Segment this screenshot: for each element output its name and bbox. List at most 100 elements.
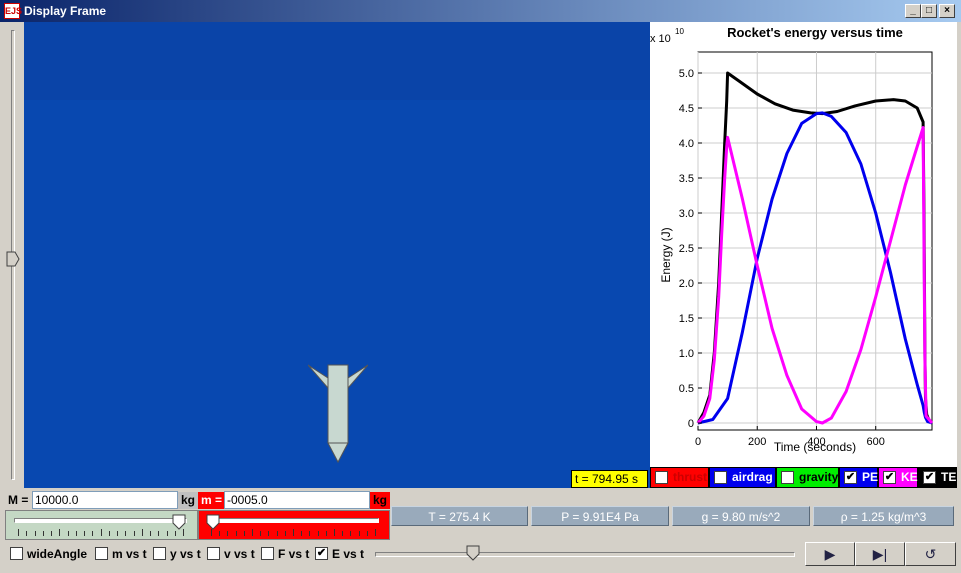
slider-tick [150, 531, 151, 536]
checkbox-icon[interactable] [714, 471, 727, 484]
rocket-scene [24, 22, 650, 488]
checkbox-icon[interactable] [207, 547, 220, 560]
mass-slider[interactable] [5, 510, 198, 540]
sky-band [24, 22, 650, 100]
slider-tick [243, 531, 245, 536]
density-stat: ρ = 1.25 kg/m^3 [813, 506, 954, 526]
checkbox-icon[interactable] [655, 471, 668, 484]
slider-tick [183, 529, 184, 536]
slider-tick [174, 531, 176, 536]
step-button[interactable]: ▶| [855, 542, 905, 566]
temperature-stat: T = 275.4 K [391, 506, 528, 526]
legend-toggle-pe[interactable]: ✔ PE [839, 467, 878, 488]
slider-tick [141, 529, 143, 536]
legend-toggle-ke[interactable]: ✔ KE [878, 467, 918, 488]
slider-thumb[interactable] [206, 514, 220, 530]
checkbox-icon[interactable]: ✔ [923, 471, 936, 484]
window-title: Display Frame [24, 4, 107, 18]
legend-toggle-gravity[interactable]: gravity [776, 467, 839, 488]
slider-tick [18, 529, 19, 536]
option-label: E vs t [332, 547, 365, 561]
y-tick-label: 3.5 [679, 173, 694, 185]
option-y-vs-t[interactable]: y vs t [153, 546, 201, 562]
mass-label: M = [8, 493, 29, 507]
slider-tick [334, 529, 335, 536]
checkbox-icon[interactable] [10, 547, 23, 560]
slider-tick [227, 531, 229, 536]
energy-chart-svg: x 10 10 Rocket's energy versus time Time… [650, 25, 934, 454]
slider-tick [219, 531, 221, 536]
slider-tick [34, 531, 36, 536]
slider-tick [75, 531, 77, 536]
option-f-vs-t[interactable]: F vs t [261, 546, 309, 562]
slider-tick [325, 531, 327, 536]
y-tick-label: 2.0 [679, 278, 694, 290]
step-icon: ▶| [872, 546, 888, 562]
checkbox-icon[interactable] [781, 471, 794, 484]
option-e-vs-t[interactable]: ✔ E vs t [315, 546, 364, 562]
legend-label: airdrag [732, 470, 773, 484]
time-slider-thumb[interactable] [466, 545, 480, 561]
option-label: y vs t [170, 547, 201, 561]
altitude-slider[interactable] [4, 26, 22, 484]
option-wideangle[interactable]: wideAngle [10, 546, 87, 562]
slider-tick [252, 529, 253, 536]
slider-tick [133, 531, 135, 536]
checkbox-icon[interactable] [153, 547, 166, 560]
minimize-button[interactable]: _ [905, 4, 921, 18]
slider-tick [42, 531, 44, 536]
slider-tick [293, 529, 294, 536]
mass-unit: kg [178, 492, 199, 509]
slider-tick [358, 531, 360, 536]
play-icon: ▶ [824, 546, 836, 562]
slider-tick [284, 531, 286, 536]
y-tick-label: 5.0 [679, 68, 694, 80]
mass-field[interactable] [32, 491, 178, 509]
x-tick-label: 0 [695, 436, 701, 448]
gravity-stat: g = 9.80 m/s^2 [672, 506, 810, 526]
x-tick-label: 200 [748, 436, 766, 448]
reset-button[interactable]: ↺ [905, 542, 956, 566]
y-tick-label: 1.5 [679, 313, 694, 325]
rocket-icon [308, 364, 368, 464]
rate-field[interactable] [224, 491, 370, 509]
slider-tick [342, 531, 344, 536]
slider-tick [375, 529, 376, 536]
legend-toggle-airdrag[interactable]: airdrag [709, 467, 776, 488]
reset-icon: ↺ [924, 546, 937, 562]
checkbox-icon[interactable] [261, 547, 274, 560]
y-axis-label: Energy (J) [659, 227, 673, 282]
checkbox-icon[interactable]: ✔ [883, 471, 896, 484]
energy-chart: x 10 10 Rocket's energy versus time Time… [650, 22, 957, 468]
time-display: t = 794.95 s [571, 470, 648, 488]
pressure-stat: P = 9.91E4 Pa [531, 506, 669, 526]
title-bar: EJS Display Frame _ □ × [0, 0, 961, 22]
slider-tick [366, 531, 368, 536]
option-m-vs-t[interactable]: m vs t [95, 546, 147, 562]
checkbox-icon[interactable]: ✔ [844, 471, 857, 484]
slider-tick [158, 531, 160, 536]
slider-tick [309, 531, 311, 536]
slider-tick [84, 531, 85, 536]
option-v-vs-t[interactable]: v vs t [207, 546, 255, 562]
slider-tick [317, 531, 319, 536]
legend-toggle-thrust[interactable]: thrust [650, 467, 709, 488]
slider-tick [117, 531, 118, 536]
y-tick-label: 4.5 [679, 103, 694, 115]
x-tick-label: 600 [867, 436, 885, 448]
y-tick-label: 1.0 [679, 348, 694, 360]
close-button[interactable]: × [939, 4, 955, 18]
checkbox-icon[interactable]: ✔ [315, 547, 328, 560]
rate-slider[interactable] [198, 510, 390, 540]
time-slider-track [375, 552, 795, 557]
play-button[interactable]: ▶ [805, 542, 855, 566]
time-slider[interactable] [367, 543, 801, 565]
slider-thumb[interactable] [172, 514, 186, 530]
altitude-slider-thumb[interactable] [6, 251, 20, 267]
checkbox-icon[interactable] [95, 547, 108, 560]
slider-track [14, 518, 187, 523]
legend-toggle-te[interactable]: ✔ TE [918, 467, 957, 488]
option-label: m vs t [112, 547, 147, 561]
y-tick-label: 4.0 [679, 138, 694, 150]
maximize-button[interactable]: □ [921, 4, 937, 18]
